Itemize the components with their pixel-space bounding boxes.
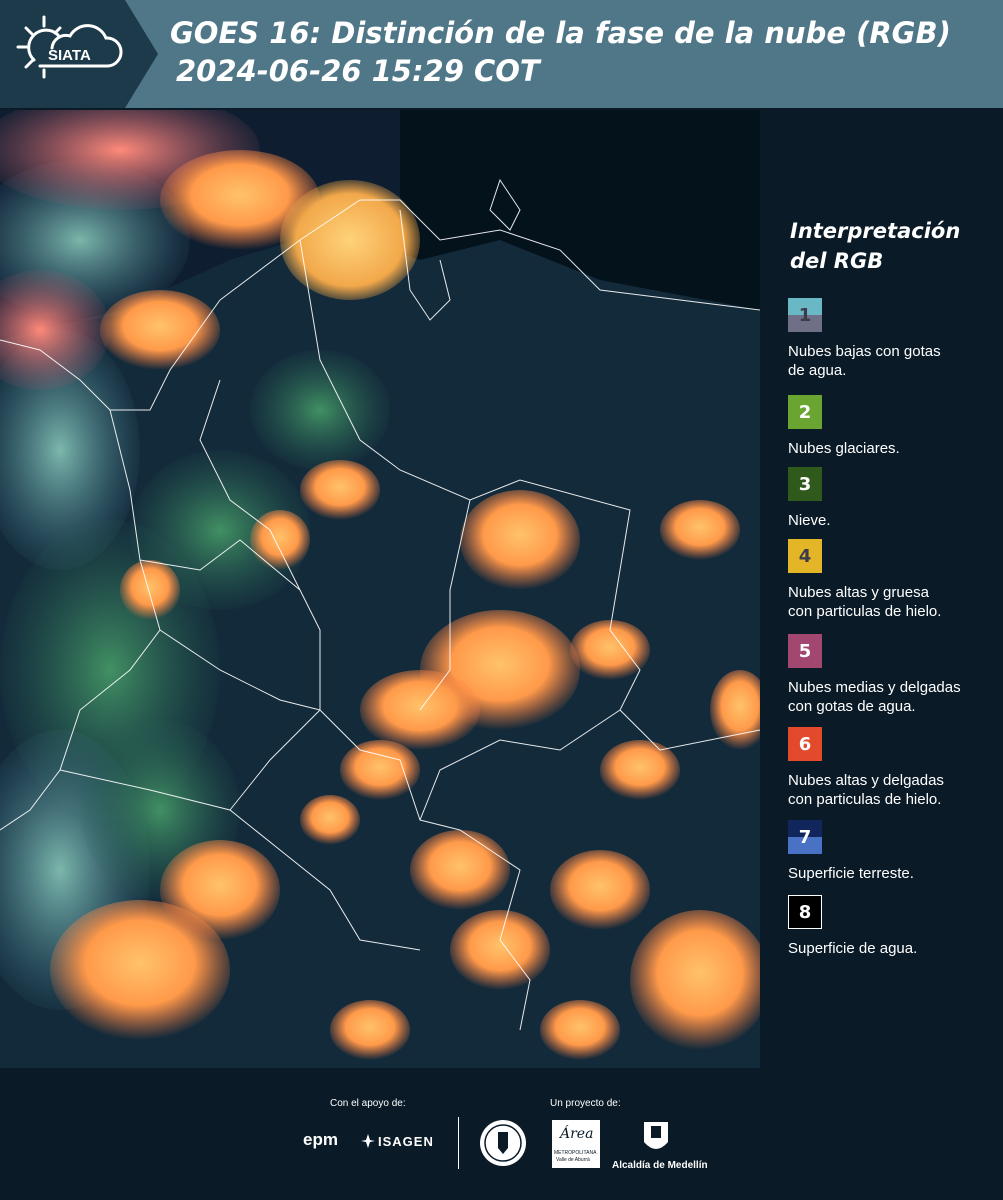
legend-label-5: Nubes medias y delgadas con gotas de agua… bbox=[788, 679, 961, 715]
legend-label-7: Superficie terreste. bbox=[788, 865, 914, 882]
area-metropolitana-text: METROPOLITANA bbox=[554, 1150, 597, 1156]
legend-item-3: 3 Nieve. bbox=[788, 467, 993, 530]
legend-label-8: Superficie de agua. bbox=[788, 940, 918, 957]
legend-item-4: 4 Nubes altas y gruesa con particulas de … bbox=[788, 539, 993, 621]
area-metropolitana-logo: Área METROPOLITANA Valle de Aburrá bbox=[552, 1120, 600, 1168]
legend-label-1: Nubes bajas con gotas de agua. bbox=[788, 343, 941, 379]
legend-swatch-7: 7 bbox=[788, 820, 822, 854]
support-label: Con el apoyo de: bbox=[330, 1098, 406, 1109]
legend-swatch-1: 1 bbox=[788, 298, 822, 332]
footer-divider bbox=[458, 1117, 459, 1169]
header-bar: SIATA GOES 16: Distinción de la fase de … bbox=[0, 0, 1003, 108]
satellite-map-image bbox=[0, 110, 760, 1068]
legend-label-6: Nubes altas y delgadas con particulas de … bbox=[788, 772, 944, 808]
legend-label-3: Nieve. bbox=[788, 512, 831, 529]
legend-item-1: 1 Nubes bajas con gotas de agua. bbox=[788, 298, 993, 380]
legend-item-2: 2 Nubes glaciares. bbox=[788, 395, 993, 458]
legend-title-line-1: Interpretación bbox=[790, 219, 961, 243]
legend-swatch-3: 3 bbox=[788, 467, 822, 501]
area-metropolitana-script: Área bbox=[560, 1126, 594, 1142]
legend-swatch-6: 6 bbox=[788, 727, 822, 761]
legend-label-4: Nubes altas y gruesa con particulas de hi… bbox=[788, 584, 942, 620]
siata-logo: SIATA bbox=[0, 0, 158, 108]
legend-title: Interpretación del RGB bbox=[790, 216, 960, 276]
epm-logo: epm bbox=[303, 1130, 338, 1149]
legend-item-7: 7 Superficie terreste. bbox=[788, 820, 993, 883]
legend-swatch-4: 4 bbox=[788, 539, 822, 573]
title-line-2: 2024-06-26 15:29 COT bbox=[176, 54, 540, 88]
legend-swatch-5: 5 bbox=[788, 634, 822, 668]
siata-logo-text: SIATA bbox=[48, 47, 91, 64]
legend-swatch-2: 2 bbox=[788, 395, 822, 429]
emblem-icon bbox=[478, 1118, 528, 1172]
area-metropolitana-subtext: Valle de Aburrá bbox=[556, 1157, 590, 1163]
project-label: Un proyecto de: bbox=[550, 1098, 621, 1109]
legend-item-6: 6 Nubes altas y delgadas con particulas d… bbox=[788, 727, 993, 809]
satellite-map bbox=[0, 110, 760, 1068]
medellin-coat-icon bbox=[642, 1118, 670, 1160]
isagen-logo: ISAGEN bbox=[378, 1134, 434, 1149]
page-title: GOES 16: Distinción de la fase de la nub… bbox=[170, 14, 951, 90]
legend-title-line-2: del RGB bbox=[790, 249, 884, 273]
legend-item-8: 8 Superficie de agua. bbox=[788, 895, 993, 958]
isagen-logo-icon bbox=[360, 1133, 376, 1153]
legend-swatch-8: 8 bbox=[788, 895, 822, 929]
title-line-1: GOES 16: Distinción de la fase de la nub… bbox=[170, 16, 951, 50]
medellin-logo: Alcaldía de Medellín bbox=[612, 1160, 708, 1171]
legend-label-2: Nubes glaciares. bbox=[788, 440, 900, 457]
legend-item-5: 5 Nubes medias y delgadas con gotas de ag… bbox=[788, 634, 993, 716]
